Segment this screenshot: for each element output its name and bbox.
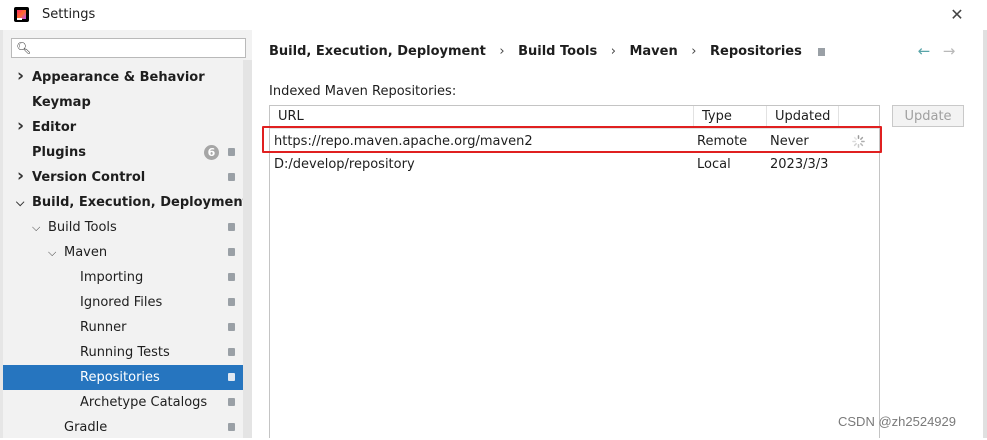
sidebar-item-running-tests[interactable]: Running Tests [3,340,252,365]
sidebar-scrollbar[interactable] [243,60,252,438]
sidebar-item-ignored-files[interactable]: Ignored Files [3,290,252,315]
repo-type-cell: Local [697,157,731,172]
sidebar-item-label: Appearance & Behavior [32,70,205,85]
sidebar-item-version-control[interactable]: Version Control [3,165,252,190]
sidebar-item-label: Ignored Files [80,295,163,310]
sidebar-item-label: Maven [64,245,108,260]
search-box[interactable]: 🔍︎ [11,38,246,58]
sidebar-item-plugins[interactable]: Plugins 6 [3,140,252,165]
loading-spinner-icon [852,135,865,148]
sidebar-item-label: Plugins [32,145,86,160]
repo-updated-cell: Never [770,134,809,149]
chevron-down-icon[interactable] [48,240,60,265]
sidebar-item-label: Runner [80,320,127,335]
update-button[interactable]: Update [892,105,964,127]
sidebar-item-build-execution-deployment[interactable]: Build, Execution, Deployment [3,190,252,215]
repositories-table: URL Type Updated https://repo.maven.apac… [269,105,880,438]
sidebar-item-editor[interactable]: Editor [3,115,252,140]
settings-sidebar: 🔍︎ Appearance & Behavior Keymap Editor P… [3,30,252,438]
sidebar-item-keymap[interactable]: Keymap [3,90,252,115]
breadcrumb-item: Repositories [710,44,802,59]
chevron-right-icon[interactable] [17,165,29,191]
sidebar-item-label: Keymap [32,95,91,110]
column-header-url[interactable]: URL [270,106,694,128]
breadcrumb-separator-icon: › [499,44,505,59]
project-level-icon [228,398,235,406]
sidebar-item-label: Running Tests [80,345,170,360]
project-level-icon [228,148,235,156]
repo-url-cell: https://repo.maven.apache.org/maven2 [274,134,533,149]
window-right-edge [983,30,987,438]
search-input[interactable] [32,40,241,58]
forward-arrow-icon[interactable]: → [942,42,956,60]
back-arrow-icon[interactable]: ← [917,42,931,60]
sidebar-item-gradle[interactable]: Gradle [3,415,252,440]
project-level-icon [228,173,235,181]
sidebar-item-label: Build, Execution, Deployment [32,195,249,210]
repo-url-cell: D:/develop/repository [274,157,415,172]
breadcrumb: Build, Execution, Deployment › Build Too… [269,42,826,62]
sidebar-item-label: Archetype Catalogs [80,395,208,410]
search-icon: 🔍︎ [16,41,32,55]
sidebar-item-label: Gradle [64,420,108,435]
sidebar-item-build-tools[interactable]: Build Tools [3,215,252,240]
repo-type-cell: Remote [697,134,748,149]
project-level-icon [228,348,235,356]
table-row[interactable]: D:/develop/repository Local 2023/3/3 [270,153,879,176]
column-header-type[interactable]: Type [694,106,767,128]
repo-updated-cell: 2023/3/3 [770,157,829,172]
breadcrumb-separator-icon: › [610,44,616,59]
project-level-icon [228,273,235,281]
sidebar-item-label: Editor [32,120,77,135]
sidebar-item-archetype-catalogs[interactable]: Archetype Catalogs [3,390,252,415]
breadcrumb-item[interactable]: Build, Execution, Deployment [269,42,486,62]
project-level-icon [818,47,826,56]
table-header: URL Type Updated [270,106,879,129]
sidebar-item-label: Version Control [32,170,146,185]
project-level-icon [228,248,235,256]
sidebar-item-label: Repositories [80,370,160,385]
project-level-icon [228,298,235,306]
chevron-down-icon[interactable] [16,190,28,215]
sidebar-item-repositories[interactable]: Repositories [3,365,252,390]
sidebar-item-appearance-behavior[interactable]: Appearance & Behavior [3,65,252,90]
watermark: CSDN @zh2524929 [838,414,956,429]
chevron-right-icon[interactable] [17,115,29,141]
sidebar-item-importing[interactable]: Importing [3,265,252,290]
project-level-icon [228,223,235,231]
breadcrumb-item[interactable]: Maven [629,42,677,62]
section-label: Indexed Maven Repositories: [269,84,457,99]
sidebar-item-label: Importing [80,270,144,285]
chevron-down-icon[interactable] [32,215,44,240]
intellij-app-icon [14,7,29,22]
project-level-icon [228,323,235,331]
chevron-right-icon[interactable] [17,65,29,91]
project-level-icon [228,423,235,431]
sidebar-item-label: Build Tools [48,220,117,235]
window-title: Settings [42,7,96,22]
breadcrumb-item[interactable]: Build Tools [518,42,597,62]
title-bar: Settings ✕ [0,0,987,30]
sidebar-item-maven[interactable]: Maven [3,240,252,265]
project-level-icon [228,373,235,381]
sidebar-item-runner[interactable]: Runner [3,315,252,340]
table-row[interactable]: https://repo.maven.apache.org/maven2 Rem… [270,130,879,153]
column-header-updated[interactable]: Updated [767,106,839,128]
plugins-update-count-badge: 6 [204,145,219,160]
close-icon[interactable]: ✕ [946,4,968,26]
breadcrumb-separator-icon: › [691,44,697,59]
